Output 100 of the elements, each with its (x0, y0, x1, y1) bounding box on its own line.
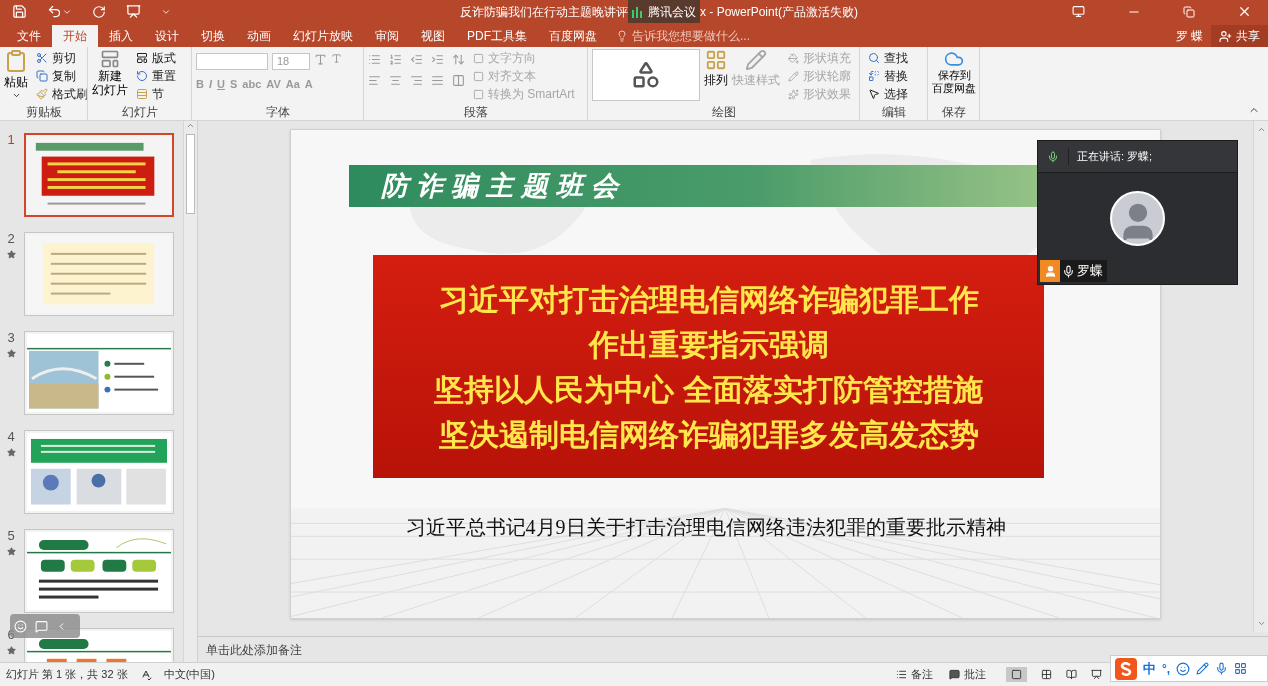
notes-button[interactable]: 备注 (892, 666, 937, 683)
ribbon-tab[interactable]: 开始 (52, 25, 98, 47)
font-name-field[interactable] (196, 53, 268, 70)
scroll-down-icon[interactable] (1256, 619, 1266, 628)
ribbon-tab[interactable]: PDF工具集 (456, 25, 538, 47)
slide-number: 2 (7, 232, 15, 246)
ribbon-tab[interactable]: 审阅 (364, 25, 410, 47)
bullets-icon[interactable] (368, 53, 381, 66)
group-label: 字体 (264, 104, 291, 120)
slide-number: 6 (7, 628, 15, 642)
smile-icon[interactable] (14, 619, 27, 633)
slide-option-button[interactable]: 节 (132, 85, 180, 103)
group-label: 绘图 (710, 104, 737, 120)
ribbon-tab[interactable]: 动画 (236, 25, 282, 47)
ribbon-display-icon[interactable] (1072, 5, 1085, 18)
reading-view-icon[interactable] (1066, 669, 1077, 680)
emoji-icon[interactable] (1176, 661, 1191, 676)
ribbon-tab[interactable]: 视图 (410, 25, 456, 47)
paintbrush-icon (36, 88, 48, 100)
lightbulb-icon (616, 30, 628, 42)
chat-icon[interactable] (35, 619, 48, 633)
comments-button[interactable]: 批注 (945, 666, 990, 683)
justify-icon[interactable] (431, 74, 444, 87)
slide-number: 5 (7, 529, 15, 543)
columns-icon[interactable] (452, 74, 465, 87)
slide-number: 3 (7, 331, 15, 345)
scroll-up-icon[interactable] (1256, 125, 1266, 134)
thumbnail-scrollbar[interactable] (183, 121, 197, 662)
indent-increase-icon[interactable] (431, 53, 444, 66)
pencil-icon (788, 70, 799, 82)
restore-icon[interactable] (1183, 5, 1195, 18)
slide-number: 4 (7, 430, 15, 444)
normal-view-button[interactable] (1006, 667, 1027, 682)
share-button[interactable]: 共享 (1211, 25, 1268, 47)
layout-icon (136, 52, 148, 64)
sparkles-icon (788, 88, 799, 100)
editing-button[interactable]: 替换 (864, 67, 912, 85)
slide-option-button[interactable]: 版式 (132, 49, 180, 67)
slide-option-button[interactable]: 重置 (132, 67, 180, 85)
clipboard-icon (4, 49, 28, 73)
editing-button[interactable]: 选择 (864, 85, 912, 103)
slide-header: 防诈骗主题班会 (381, 168, 626, 203)
line-spacing-icon[interactable] (452, 53, 465, 66)
ribbon-tab[interactable]: 设计 (144, 25, 190, 47)
clipboard-button[interactable]: 格式刷 (32, 85, 87, 103)
participant-mic-icon (1062, 264, 1075, 278)
font-shrink-icon[interactable] (331, 53, 342, 64)
sorter-view-icon[interactable] (1041, 669, 1052, 680)
signal-icon (632, 5, 644, 18)
handwriting-icon[interactable] (1196, 662, 1210, 675)
ribbon-tab[interactable]: 插入 (98, 25, 144, 47)
paste-button[interactable]: 粘贴 (4, 49, 28, 100)
clipboard-button[interactable]: 剪切 (32, 49, 87, 67)
align-center-icon[interactable] (389, 74, 402, 87)
presentation-icon[interactable] (126, 4, 141, 19)
comment-icon (949, 669, 960, 680)
close-icon[interactable] (1237, 4, 1252, 19)
speaking-indicator: 正在讲话: 罗蝶; (1068, 148, 1153, 165)
headline-line: 坚持以人民为中心 全面落实打防管控措施 (434, 371, 983, 408)
participant-name: 罗蝶 (1077, 262, 1103, 281)
punctuation-mode[interactable]: °, (1162, 659, 1171, 678)
shapes-gallery[interactable] (592, 49, 700, 101)
new-slide-button[interactable]: 新建 幻灯片 (92, 49, 128, 97)
scrollbar-thumb[interactable] (186, 134, 195, 214)
numbering-icon[interactable] (389, 53, 402, 66)
align-right-icon[interactable] (410, 74, 423, 87)
ribbon-tab[interactable]: 百度网盘 (538, 25, 608, 47)
chat-widget[interactable] (10, 614, 80, 638)
caret-icon (11, 91, 21, 100)
undo-icon[interactable] (47, 4, 62, 19)
font-grow-icon[interactable] (314, 53, 327, 66)
toolbox-icon[interactable] (1234, 662, 1248, 675)
font-size-field[interactable]: 18 (272, 53, 310, 70)
meeting-badge[interactable]: 腾讯会议 (628, 0, 700, 23)
indent-decrease-icon[interactable] (410, 53, 423, 66)
slide-number: 1 (7, 133, 15, 147)
mic-icon[interactable] (1047, 150, 1059, 163)
headline-line: 习近平对打击治理电信网络诈骗犯罪工作 (438, 281, 979, 318)
scroll-up-icon[interactable] (186, 121, 195, 130)
language[interactable]: 中文(中国) (163, 666, 215, 683)
ime-logo-icon[interactable] (1115, 657, 1137, 680)
tell-me-field[interactable]: 告诉我您想要做什么... (608, 25, 758, 47)
save-icon[interactable] (12, 4, 27, 19)
window-title: 反诈防骗我们在行动主题晚讲评 (460, 3, 628, 21)
align-left-icon[interactable] (368, 74, 381, 87)
ribbon-tab[interactable]: 切换 (190, 25, 236, 47)
slideshow-view-icon[interactable] (1091, 669, 1102, 680)
arrange-button[interactable]: 排列 (704, 49, 728, 89)
editing-button[interactable]: 查找 (864, 49, 912, 67)
user-name[interactable]: 罗 蝶 (1167, 25, 1211, 47)
ribbon-tab[interactable]: 文件 (6, 25, 52, 47)
ribbon-tab[interactable]: 幻灯片放映 (282, 25, 364, 47)
text-box-icon (473, 52, 484, 64)
voice-icon[interactable] (1215, 662, 1229, 675)
redo-icon[interactable] (92, 4, 106, 19)
save-to-cloud-button[interactable]: 保存到 百度网盘 (932, 49, 976, 95)
slide-scrollbar[interactable] (1253, 121, 1268, 632)
clipboard-button[interactable]: 复制 (32, 67, 87, 85)
participant-badge-icon (1040, 260, 1060, 282)
scissors-icon (36, 52, 48, 64)
